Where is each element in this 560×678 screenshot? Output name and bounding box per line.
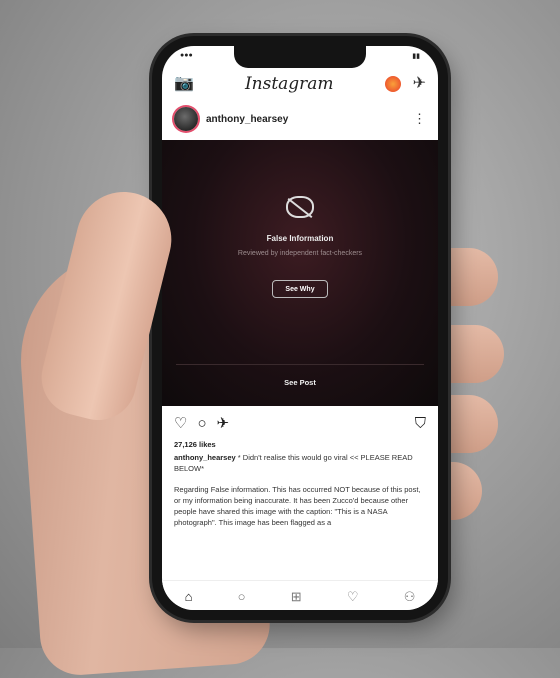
post-actions: ♡ ○ ✈ ⛉ bbox=[162, 410, 438, 436]
caption-body: Regarding False information. This has oc… bbox=[174, 485, 421, 527]
post-username[interactable]: anthony_hearsey bbox=[206, 114, 405, 125]
more-options-icon[interactable]: ⋮ bbox=[413, 111, 426, 127]
story-icon[interactable] bbox=[384, 76, 401, 92]
warning-subtitle: Reviewed by independent fact-checkers bbox=[237, 250, 363, 257]
add-post-icon[interactable]: ⊞ bbox=[291, 590, 302, 603]
direct-message-icon[interactable]: ✈ bbox=[413, 76, 426, 92]
status-bar-left: ●●● bbox=[180, 52, 193, 59]
hidden-eye-icon bbox=[286, 196, 314, 218]
status-bar-right: ▮▮ bbox=[412, 53, 420, 60]
camera-icon[interactable]: 📷 bbox=[174, 76, 194, 92]
false-information-overlay: False Information Reviewed by independen… bbox=[162, 140, 438, 406]
avatar[interactable] bbox=[174, 107, 198, 131]
phone-notch bbox=[234, 46, 366, 68]
share-icon[interactable]: ✈ bbox=[217, 416, 230, 431]
photo-scene: ●●● ▮▮ 📷 Instagram ✈ anthony_hearsey ⋮ F… bbox=[0, 0, 560, 678]
profile-icon[interactable]: ⚇ bbox=[404, 590, 416, 603]
comment-icon[interactable]: ○ bbox=[197, 416, 206, 431]
heart-icon[interactable]: ♡ bbox=[174, 416, 187, 431]
phone-screen: ●●● ▮▮ 📷 Instagram ✈ anthony_hearsey ⋮ F… bbox=[162, 46, 438, 610]
warning-title: False Information bbox=[266, 234, 334, 243]
bookmark-icon[interactable]: ⛉ bbox=[415, 416, 426, 431]
app-header: 📷 Instagram ✈ bbox=[162, 70, 438, 98]
post-header: anthony_hearsey ⋮ bbox=[162, 102, 438, 136]
smartphone: ●●● ▮▮ 📷 Instagram ✈ anthony_hearsey ⋮ F… bbox=[152, 36, 448, 620]
header-actions: ✈ bbox=[384, 76, 426, 92]
post-caption: anthony_hearsey * Didn't realise this wo… bbox=[174, 452, 426, 528]
divider bbox=[176, 364, 424, 365]
likes-count[interactable]: 27,126 likes bbox=[174, 440, 216, 449]
app-logo: Instagram bbox=[244, 74, 334, 94]
bottom-tab-bar: ⌂ ○ ⊞ ♡ ⚇ bbox=[162, 580, 438, 610]
activity-icon[interactable]: ♡ bbox=[347, 590, 359, 603]
caption-username[interactable]: anthony_hearsey bbox=[174, 453, 236, 462]
home-icon[interactable]: ⌂ bbox=[185, 590, 193, 603]
see-post-button[interactable]: See Post bbox=[162, 378, 438, 387]
see-why-button[interactable]: See Why bbox=[272, 280, 328, 298]
search-icon[interactable]: ○ bbox=[238, 590, 246, 603]
